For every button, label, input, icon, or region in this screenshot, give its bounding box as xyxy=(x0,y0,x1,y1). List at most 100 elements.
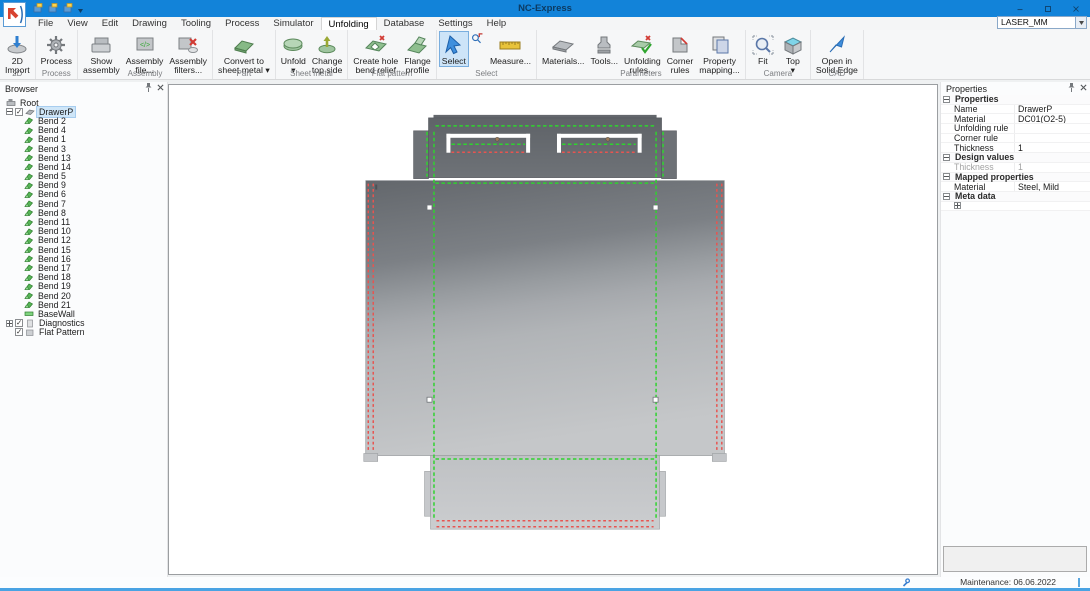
window-controls xyxy=(1006,0,1090,17)
ribbon-group-buttons: Open in Solid Edge xyxy=(813,31,861,68)
tree-item-bend-10[interactable]: Bend 10 xyxy=(0,227,167,236)
save-button[interactable] xyxy=(63,0,73,18)
tree-item-bend-7[interactable]: Bend 7 xyxy=(0,199,167,208)
collapse-icon[interactable] xyxy=(6,108,13,115)
zoom-select-button[interactable] xyxy=(469,31,487,47)
profile-selector[interactable]: LASER_MM xyxy=(997,16,1087,29)
viewport[interactable] xyxy=(168,84,938,575)
bend-icon xyxy=(24,135,34,144)
property-expand-row xyxy=(941,202,1090,212)
visibility-checkbox[interactable]: ✓ xyxy=(15,319,23,327)
flat-pattern-canvas xyxy=(169,85,937,574)
tree-item-bend-19[interactable]: Bend 19 xyxy=(0,282,167,291)
tree-item-bend-17[interactable]: Bend 17 xyxy=(0,263,167,272)
menu-tab-process[interactable]: Process xyxy=(218,17,266,30)
collapse-icon[interactable] xyxy=(943,96,950,103)
property-value[interactable]: Steel, Mild xyxy=(1014,182,1090,191)
menu-tab-database[interactable]: Database xyxy=(377,17,432,30)
tree-item-bend-6[interactable]: Bend 6 xyxy=(0,190,167,199)
measure-button[interactable]: Measure... xyxy=(487,31,534,67)
process-button[interactable]: Process xyxy=(38,31,75,67)
tree-item-bend-18[interactable]: Bend 18 xyxy=(0,273,167,282)
property-expand-cell xyxy=(941,202,1014,209)
tree-item-bend-21[interactable]: Bend 21 xyxy=(0,300,167,309)
flat-pattern-part[interactable] xyxy=(364,115,727,529)
tree-item-bend-20[interactable]: Bend 20 xyxy=(0,291,167,300)
menu-tab-edit[interactable]: Edit xyxy=(95,17,125,30)
tree-item-bend-2[interactable]: Bend 2 xyxy=(0,116,167,125)
bend-icon xyxy=(24,181,34,190)
property-label: Material xyxy=(941,114,1014,124)
tree-item-drawerp[interactable]: ✓DrawerP xyxy=(0,107,167,116)
select-button[interactable]: Select xyxy=(439,31,469,67)
maintenance-status: Maintenance: 06.06.2022 xyxy=(960,577,1056,588)
collapse-icon[interactable] xyxy=(943,154,950,161)
tree-item-bend-5[interactable]: Bend 5 xyxy=(0,172,167,181)
property-description-box xyxy=(943,546,1087,572)
menu-tab-simulator[interactable]: Simulator xyxy=(266,17,320,30)
tree-item-bend-12[interactable]: Bend 12 xyxy=(0,236,167,245)
menu-tab-unfolding[interactable]: Unfolding xyxy=(321,17,377,30)
close-icon[interactable] xyxy=(1080,84,1087,91)
close-button[interactable] xyxy=(1062,0,1090,17)
tree-item-flat-pattern[interactable]: ✓Flat Pattern xyxy=(0,328,167,337)
collapse-icon[interactable] xyxy=(943,173,950,180)
tree-item-bend-15[interactable]: Bend 15 xyxy=(0,245,167,254)
expand-icon[interactable] xyxy=(6,320,13,327)
property-value[interactable] xyxy=(1014,134,1090,143)
expand-icon[interactable] xyxy=(954,202,961,209)
menu-tab-drawing[interactable]: Drawing xyxy=(125,17,174,30)
close-icon xyxy=(1071,4,1081,14)
property-value[interactable] xyxy=(1014,124,1090,133)
property-value[interactable]: DC01(O2-5) xyxy=(1014,114,1090,123)
tree-item-bend-9[interactable]: Bend 9 xyxy=(0,181,167,190)
menu-tab-settings[interactable]: Settings xyxy=(431,17,479,30)
ribbon-group-buttons: Create hole bend reliefFlange profile xyxy=(350,31,434,68)
materials-button[interactable]: Materials... xyxy=(539,31,587,67)
new-button[interactable] xyxy=(33,0,43,18)
menu-tab-file[interactable]: File xyxy=(31,17,60,30)
property-value[interactable]: 1 xyxy=(1014,163,1090,172)
close-icon[interactable] xyxy=(157,84,164,91)
process-label: Process xyxy=(41,57,72,66)
bend-icon xyxy=(24,208,34,217)
tools-icon xyxy=(592,33,616,57)
tree-item-bend-11[interactable]: Bend 11 xyxy=(0,217,167,226)
property-value[interactable]: 1 xyxy=(1014,143,1090,152)
open-button[interactable] xyxy=(48,0,58,18)
bend-icon xyxy=(24,153,34,162)
tree-item-bend-4[interactable]: Bend 4 xyxy=(0,126,167,135)
fit-button[interactable]: Fit xyxy=(748,31,778,67)
ruler-icon xyxy=(498,33,522,57)
minimize-button[interactable] xyxy=(1006,0,1034,17)
measure-label: Measure... xyxy=(490,57,531,66)
flat-pattern-icon xyxy=(25,328,35,337)
maximize-button[interactable] xyxy=(1034,0,1062,17)
browser-panel-title: Browser xyxy=(5,84,38,94)
bend-icon xyxy=(24,273,34,282)
visibility-checkbox[interactable]: ✓ xyxy=(15,328,23,336)
tools-button[interactable]: Tools... xyxy=(587,31,621,67)
pin-icon[interactable] xyxy=(1068,83,1075,92)
property-label: Corner rule xyxy=(941,133,1014,143)
tree-item-bend-1[interactable]: Bend 1 xyxy=(0,135,167,144)
menu-tab-help[interactable]: Help xyxy=(480,17,514,30)
hole-relief-icon xyxy=(364,33,388,57)
tree-item-bend-13[interactable]: Bend 13 xyxy=(0,153,167,162)
tree-item-bend-14[interactable]: Bend 14 xyxy=(0,162,167,171)
menu-tab-view[interactable]: View xyxy=(60,17,94,30)
tree-item-bend-3[interactable]: Bend 3 xyxy=(0,144,167,153)
visibility-checkbox[interactable]: ✓ xyxy=(15,108,23,116)
tree-item-bend-8[interactable]: Bend 8 xyxy=(0,208,167,217)
profile-selector-value: LASER_MM xyxy=(1001,17,1048,27)
chevron-down-icon[interactable] xyxy=(1075,17,1086,28)
tree-item-bend-16[interactable]: Bend 16 xyxy=(0,254,167,263)
tree-item-root[interactable]: Root xyxy=(0,98,167,107)
toolbar-options-caret-icon[interactable] xyxy=(78,0,83,18)
pin-icon[interactable] xyxy=(145,83,152,92)
menu-tab-tooling[interactable]: Tooling xyxy=(174,17,218,30)
property-section-meta-data[interactable]: Meta data xyxy=(941,192,1090,202)
property-value[interactable]: DrawerP xyxy=(1014,105,1090,114)
collapse-icon[interactable] xyxy=(943,193,950,200)
app-logo[interactable] xyxy=(3,2,26,27)
